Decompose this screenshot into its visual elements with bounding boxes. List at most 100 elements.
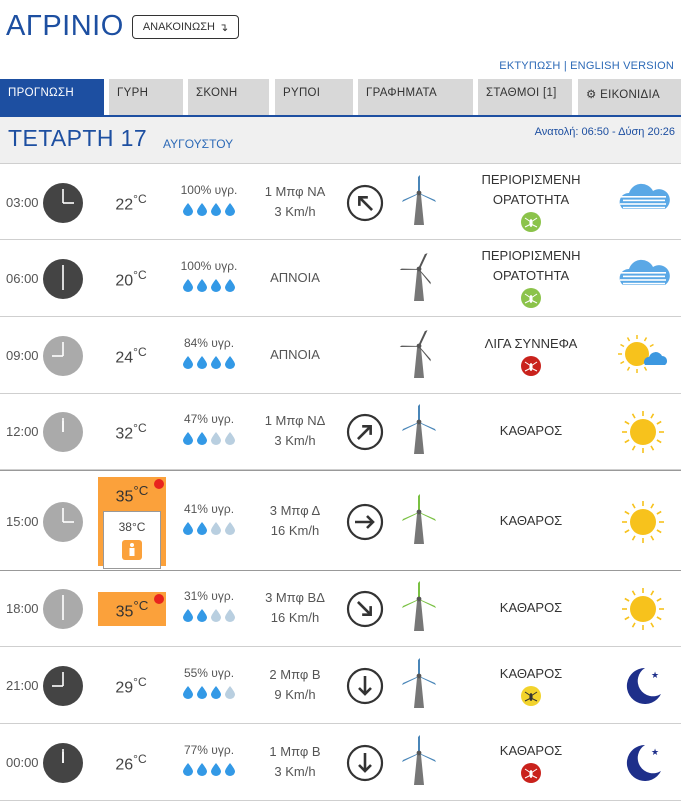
humidity-value: 77% υγρ. [183,742,235,757]
top-links: ΕΚΤΥΠΩΣΗ | ENGLISH VERSION [499,60,674,72]
wind-turbine-icon [398,404,440,456]
row-temp-wrap: 32°C [96,421,166,443]
wind-beaufort: ΑΠΝΟΙΑ [270,269,320,285]
wind-turbine-icon [398,734,440,787]
tab-dust[interactable]: ΣΚΟΝΗ [188,79,269,115]
sun-icon [615,585,671,633]
humidity: 41% υγρ. [175,502,243,535]
humidity-value: 41% υγρ. [183,501,235,516]
temp-unit: °C [133,344,147,359]
sky-condition: ΠΕΡΙΟΡΙΣΜΕΝΗ ΟΡΑΤΟΤΗΤΑ [458,170,604,238]
row-time: 18:00 [6,601,39,616]
sky-line-1: ΚΑΘΑΡΟΣ [499,600,563,615]
humidity-value: 47% υγρ. [183,412,235,426]
wind: 1 Μπφ ΝΔ 3 Km/h [250,411,340,451]
wind: 3 Μπφ ΒΔ 16 Km/h [250,588,340,628]
sky-line-2: ΟΡΑΤΟΤΗΤΑ [492,191,570,207]
temp-unit: °C [133,751,147,766]
tab-label: ΣΤΑΘΜΟΙ [1] [486,87,557,99]
moon-icon: ★ [615,739,671,787]
humidity-drops-icon [175,432,243,445]
tab-graphs[interactable]: ΓΡΑΦΗΜΑΤΑ [358,79,473,115]
wind-direction-arrow-icon [346,503,384,541]
wind-speed: 3 Km/h [274,203,316,219]
tab-label: ΓΥΡΗ [117,87,149,99]
tab-forecast[interactable]: ΠΡΟΓΝΩΣΗ [0,79,104,115]
clock-icon [43,335,83,376]
wind-direction-arrow-icon [346,184,384,222]
alert-dot-icon [154,594,164,604]
wind-speed: 3 Km/h [274,433,316,448]
wind-speed: 16 Km/h [270,610,320,625]
links-separator: | [563,60,567,72]
svg-text:★: ★ [651,748,659,758]
wind-turbine-icon [398,493,440,546]
humidity: 47% υγρ. [175,412,243,445]
row-temp-wrap: 20°C [96,268,166,290]
mosquito-yellow-icon [521,685,541,706]
wind-speed: 9 Km/h [274,686,316,702]
humidity-value: 100% υγρ. [180,258,238,273]
humidity-value: 55% υγρ. [183,665,235,680]
wind: 3 Μπφ Δ 16 Km/h [250,501,340,541]
sky-condition: ΛΙΓΑ ΣΥΝΝΕΦΑ [458,334,604,382]
sun-icon [615,408,671,456]
sky-condition: ΚΑΘΑΡΟΣ [458,664,604,712]
humidity-drops-icon [175,355,243,369]
city-title: ΑΓΡΙΝΙΟ [6,10,124,42]
sky-line-1: ΠΕΡΙΟΡΙΣΜΕΝΗ [481,171,581,187]
announcement-label: ΑΝΑΚΟΙΝΩΣΗ [142,21,215,33]
tab-label: ΠΡΟΓΝΩΣΗ [8,87,74,99]
humidity-value: 31% υγρ. [183,589,235,603]
wind-turbine-icon [398,174,440,227]
humidity: 84% υγρ. [175,336,243,369]
heat-warning-box: 35°C [98,592,166,626]
print-link[interactable]: ΕΚΤΥΠΩΣΗ [499,60,560,72]
clock-icon [43,665,83,706]
tab-pollen[interactable]: ΓΥΡΗ [109,79,183,115]
clock-icon [43,258,83,299]
humidity-value: 100% υγρ. [180,182,238,197]
sky-condition: ΚΑΘΑΡΟΣ [458,421,604,441]
sunrise-sunset: Ανατολή: 06:50 - Δύση 20:26 [534,126,675,138]
wind-beaufort: ΑΠΝΟΙΑ [270,346,320,362]
tab-icons[interactable]: ⚙ ΕΙΚΟΝΙΔΙΑ [578,79,681,115]
wind-beaufort: 1 Μπφ Β [269,743,321,759]
heat-warning-box: 35°C 38°C [98,477,166,570]
moon-icon: ★ [615,662,671,710]
tab-bar: ΠΡΟΓΝΩΣΗ ΓΥΡΗ ΣΚΟΝΗ ΡΥΠΟΙ ΓΡΑΦΗΜΑΤΑ ΣΤΑΘ… [0,79,681,115]
forecast-row: 09:00 24°C 84% υγρ. ΑΠΝΟΙΑ ΛΙΓΑ ΣΥΝΝΕΦΑ [0,317,681,394]
wind-beaufort: 3 Μπφ ΒΔ [265,590,325,605]
day-header: ΤΕΤΑΡΤΗ 17 ΑΥΓΟΥΣΤΟΥ Ανατολή: 06:50 - Δύ… [0,117,681,163]
wind-beaufort: 3 Μπφ Δ [269,502,321,518]
row-temp: 20 [115,271,134,289]
mosquito-red-icon [521,355,541,376]
wind-beaufort: 1 Μπφ ΝΑ [264,183,326,199]
announcement-button[interactable]: ΑΝΑΚΟΙΝΩΣΗ ↴ [132,15,239,39]
humidity-drops-icon [175,202,243,216]
clock-icon [43,182,83,223]
wind: 1 Μπφ ΝΑ 3 Km/h [250,182,340,222]
sky-line-2: ΟΡΑΤΟΤΗΤΑ [492,267,570,283]
wind-direction-arrow-icon [346,590,384,628]
forecast-row: 12:00 32°C 47% υγρ. 1 Μπφ ΝΔ 3 Km/h ΚΑΘΑΡΟΣ [0,394,681,470]
arrow-return-icon: ↴ [218,21,229,34]
row-time: 09:00 [6,347,39,363]
fog-icon [615,255,671,303]
wind: 1 Μπφ Β 3 Km/h [250,742,340,782]
wind-turbine-icon [398,251,440,303]
row-temp: 26 [115,755,134,773]
sky-line-1: ΛΙΓΑ ΣΥΝΝΕΦΑ [484,335,578,351]
wind-speed: 3 Km/h [274,763,316,779]
temp-unit: °C [133,483,149,498]
wind: 2 Μπφ Β 9 Km/h [250,665,340,705]
english-version-link[interactable]: ENGLISH VERSION [570,60,674,72]
person-heat-icon [122,540,142,561]
tab-stations[interactable]: ΣΤΑΘΜΟΙ [1] [478,79,572,115]
row-time: 06:00 [6,270,39,286]
humidity-drops-icon [175,685,243,699]
tab-label: ΕΙΚΟΝΙΔΙΑ [600,89,660,101]
tab-pollutants[interactable]: ΡΥΠΟΙ [275,79,353,115]
wind-turbine-icon [398,581,440,633]
alert-dot-icon [154,479,164,489]
